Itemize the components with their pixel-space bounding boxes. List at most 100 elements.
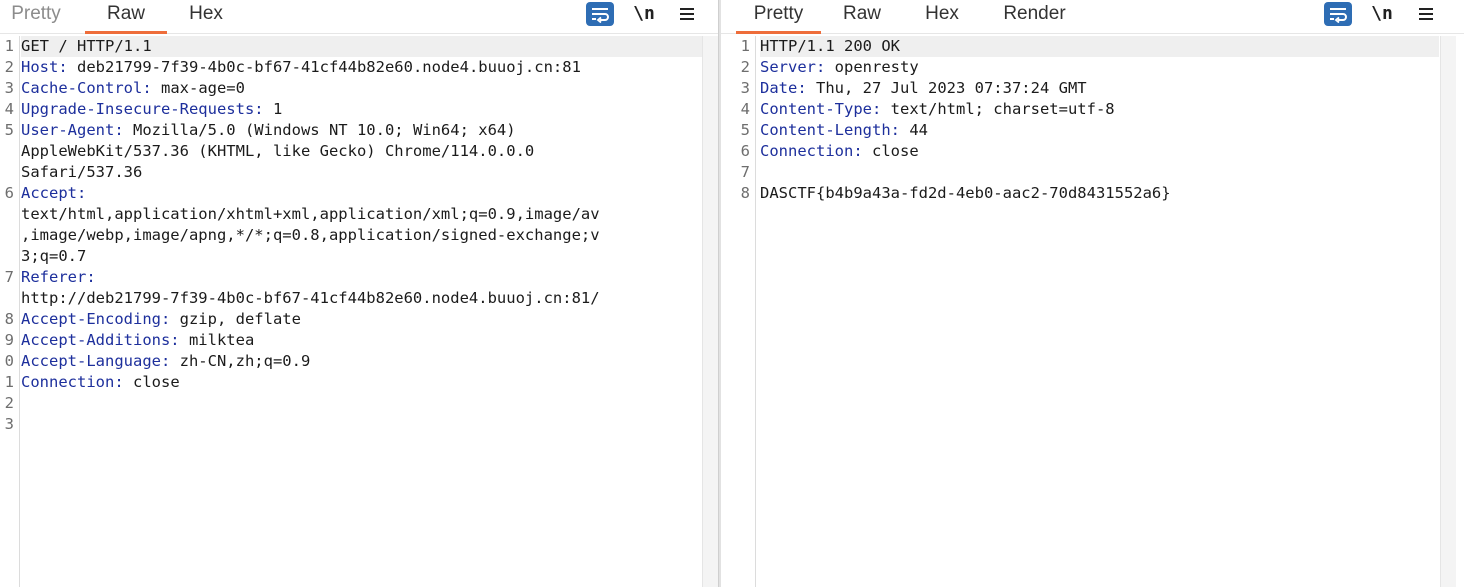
code-line[interactable]: HTTP/1.1 200 OK — [760, 36, 1439, 57]
header-value: Safari/537.36 — [21, 163, 143, 181]
line-number: 9 — [4, 331, 14, 349]
header-name: Accept-Language: — [21, 352, 171, 370]
request-tab-hex[interactable]: Hex — [182, 0, 230, 34]
response-tab-raw[interactable]: Raw — [836, 0, 888, 34]
code-line[interactable]: AppleWebKit/537.36 (KHTML, like Gecko) C… — [21, 141, 702, 162]
code-line[interactable] — [21, 414, 702, 435]
line-number — [0, 288, 19, 309]
code-line[interactable]: ,image/webp,image/apng,*/*;q=0.8,applica… — [21, 225, 702, 246]
header-value: text/html,application/xhtml+xml,applicat… — [21, 205, 600, 223]
code-line[interactable]: Upgrade-Insecure-Requests: 1 — [21, 99, 702, 120]
code-line[interactable]: Connection: close — [21, 372, 702, 393]
line-number: 1 — [4, 373, 14, 391]
response-editor[interactable]: 1 2 3 4 5 6 7 8 HTTP/1.1 200 OK Server: openrest… — [721, 36, 1464, 587]
response-show-newlines-button[interactable]: \n — [1368, 2, 1396, 26]
code-line[interactable] — [760, 162, 1439, 183]
header-value: close — [123, 373, 180, 391]
line-number: 1 — [4, 37, 14, 55]
code-line[interactable]: Cache-Control: max-age=0 — [21, 78, 702, 99]
line-number — [0, 141, 19, 162]
code-line[interactable]: User-Agent: Mozilla/5.0 (Windows NT 10.0… — [21, 120, 702, 141]
line-number: 2 — [4, 58, 14, 76]
header-value: text/html; charset=utf-8 — [881, 100, 1115, 118]
response-menu-button[interactable] — [1412, 2, 1440, 26]
header-name: Content-Length: — [760, 121, 900, 139]
header-name: User-Agent: — [21, 121, 124, 139]
request-wrap-lines-button[interactable] — [586, 2, 614, 26]
header-name: Accept: — [21, 184, 87, 202]
request-tab-pretty[interactable]: Pretty — [0, 0, 72, 34]
code-line[interactable]: Referer: — [21, 267, 702, 288]
wrap-lines-icon — [592, 8, 609, 23]
line-number: 3 — [4, 79, 14, 97]
header-name: Server: — [760, 58, 826, 76]
header-value: 44 — [899, 121, 928, 139]
request-text[interactable]: GET / HTTP/1.1 Host: deb21799-7f39-4b0c-b… — [21, 36, 702, 587]
line-number: 5 — [740, 121, 750, 139]
request-show-newlines-button[interactable]: \n — [630, 2, 658, 26]
wrap-lines-icon — [1330, 8, 1347, 23]
header-value: ,image/webp,image/apng,*/*;q=0.8,applica… — [21, 226, 600, 244]
code-line[interactable]: DASCTF{b4b9a43a-fd2d-4eb0-aac2-70d843155… — [760, 183, 1439, 204]
header-value: Mozilla/5.0 (Windows NT 10.0; Win64; x64… — [123, 121, 516, 139]
header-name: Upgrade-Insecure-Requests: — [21, 100, 264, 118]
code-line[interactable]: Connection: close — [760, 141, 1439, 162]
code-line[interactable]: Date: Thu, 27 Jul 2023 07:37:24 GMT — [760, 78, 1439, 99]
line-number: 6 — [740, 142, 750, 160]
code-line[interactable]: GET / HTTP/1.1 — [21, 36, 702, 57]
header-value: Thu, 27 Jul 2023 07:37:24 GMT — [806, 79, 1087, 97]
line-number: 2 — [740, 58, 750, 76]
header-name: Host: — [21, 58, 68, 76]
code-line[interactable]: Content-Length: 44 — [760, 120, 1439, 141]
response-tab-pretty[interactable]: Pretty — [736, 0, 821, 34]
code-line[interactable]: text/html,application/xhtml+xml,applicat… — [21, 204, 702, 225]
header-value: HTTP/1.1 200 OK — [760, 37, 900, 55]
header-name: Referer: — [21, 268, 96, 286]
request-line-gutter: 1 2 3 4 5 6 7 8 9 0 1 2 3 — [0, 36, 20, 587]
response-scrollbar[interactable] — [1440, 36, 1456, 587]
header-value: 1 — [263, 100, 283, 118]
request-tab-raw[interactable]: Raw — [85, 0, 167, 34]
code-line[interactable]: 3;q=0.7 — [21, 246, 702, 267]
hamburger-menu-icon — [1419, 8, 1433, 20]
line-number: 6 — [4, 184, 14, 202]
request-editor[interactable]: 1 2 3 4 5 6 7 8 9 0 1 2 3 GET / HTTP/1.1 Host: deb217… — [0, 36, 718, 587]
line-number: 0 — [4, 352, 14, 370]
code-line[interactable]: Safari/537.36 — [21, 162, 702, 183]
code-line[interactable]: http://deb21799-7f39-4b0c-bf67-41cf44b82… — [21, 288, 702, 309]
code-line[interactable]: Host: deb21799-7f39-4b0c-bf67-41cf44b82e… — [21, 57, 702, 78]
header-value: max-age=0 — [151, 79, 245, 97]
response-text[interactable]: HTTP/1.1 200 OK Server: openresty Date: Th… — [760, 36, 1439, 587]
line-number: 4 — [740, 100, 750, 118]
line-number: 8 — [4, 310, 14, 328]
code-line[interactable]: Accept-Additions: milktea — [21, 330, 702, 351]
line-number — [0, 162, 19, 183]
code-line[interactable]: Server: openresty — [760, 57, 1439, 78]
code-line[interactable] — [21, 393, 702, 414]
header-value: http://deb21799-7f39-4b0c-bf67-41cf44b82… — [21, 289, 600, 307]
line-number: 5 — [4, 121, 14, 139]
response-wrap-lines-button[interactable] — [1324, 2, 1352, 26]
request-menu-button[interactable] — [673, 2, 701, 26]
response-tab-hex[interactable]: Hex — [918, 0, 966, 34]
response-line-gutter: 1 2 3 4 5 6 7 8 — [721, 36, 756, 587]
header-value: AppleWebKit/537.36 (KHTML, like Gecko) C… — [21, 142, 535, 160]
request-scrollbar[interactable] — [702, 36, 718, 587]
line-number: 7 — [740, 163, 750, 181]
header-value: zh-CN,zh;q=0.9 — [170, 352, 311, 370]
header-name: Content-Type: — [760, 100, 882, 118]
response-tab-render[interactable]: Render — [997, 0, 1072, 34]
header-value: openresty — [825, 58, 919, 76]
response-tab-bar: Pretty Raw Hex Render \n — [721, 0, 1464, 34]
header-value: 3;q=0.7 — [21, 247, 87, 265]
line-number: 8 — [740, 184, 750, 202]
line-number: 7 — [4, 268, 14, 286]
header-value: gzip, deflate — [170, 310, 301, 328]
code-line[interactable]: Accept-Encoding: gzip, deflate — [21, 309, 702, 330]
line-number: 4 — [4, 100, 14, 118]
code-line[interactable]: Accept-Language: zh-CN,zh;q=0.9 — [21, 351, 702, 372]
code-line[interactable]: Content-Type: text/html; charset=utf-8 — [760, 99, 1439, 120]
code-line[interactable]: Accept: — [21, 183, 702, 204]
header-value: milktea — [179, 331, 255, 349]
header-value: close — [862, 142, 919, 160]
